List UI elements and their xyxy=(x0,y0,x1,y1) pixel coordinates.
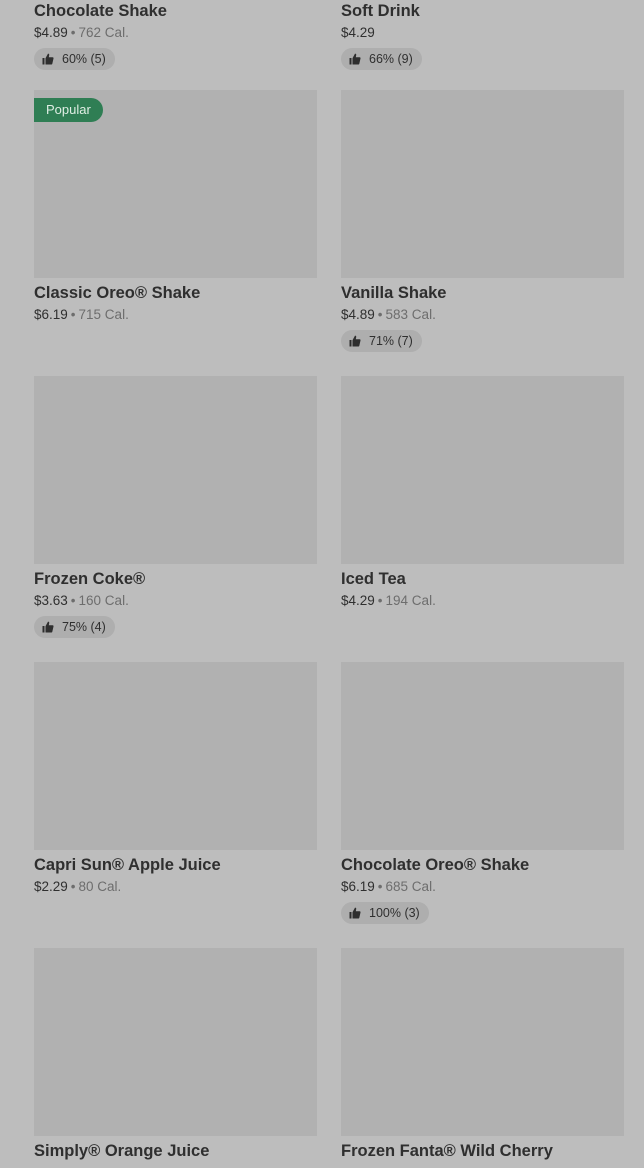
item-price: $2.29 xyxy=(34,879,68,894)
item-price: $4.89 xyxy=(34,25,68,40)
item-meta: $6.19 • 685 Cal. xyxy=(341,877,624,897)
item-rating-text: 100% (3) xyxy=(369,906,420,920)
item-name: Chocolate Oreo® Shake xyxy=(341,856,530,874)
item-image-placeholder xyxy=(341,662,624,850)
item-price: $6.19 xyxy=(34,307,68,322)
item-name: Simply® Orange Juice xyxy=(34,1142,210,1160)
item-rating: 66% (9) xyxy=(341,48,422,70)
menu-item-card[interactable]: Chocolate Shake $4.89 • 762 Cal. 60% (5) xyxy=(34,0,317,70)
meta-separator: • xyxy=(70,307,76,322)
item-calories: 762 Cal. xyxy=(78,25,129,40)
meta-separator: • xyxy=(377,307,383,322)
item-meta: $3.63 • 160 Cal. xyxy=(34,591,317,611)
thumbs-up-icon xyxy=(349,907,361,919)
item-image-placeholder xyxy=(341,376,624,564)
meta-separator: • xyxy=(70,879,76,894)
menu-item-card[interactable]: Frozen Fanta® Wild Cherry xyxy=(341,948,624,1162)
item-price: $4.29 xyxy=(341,593,375,608)
item-calories: 80 Cal. xyxy=(78,879,122,894)
item-meta: $4.29 • 194 Cal. xyxy=(341,591,624,611)
thumbs-up-icon xyxy=(349,53,361,65)
item-name: Chocolate Shake xyxy=(34,2,167,20)
meta-separator: • xyxy=(377,879,383,894)
item-meta: $4.89 • 762 Cal. xyxy=(34,23,317,43)
menu-item-card[interactable]: Capri Sun® Apple Juice $2.29 • 80 Cal. xyxy=(34,662,317,897)
item-meta: $4.29 xyxy=(341,23,624,43)
item-meta: $2.29 • 80 Cal. xyxy=(34,877,317,897)
item-name: Iced Tea xyxy=(341,570,406,588)
meta-separator: • xyxy=(70,593,76,608)
thumbs-up-icon xyxy=(42,621,54,633)
item-rating: 100% (3) xyxy=(341,902,429,924)
meta-separator: • xyxy=(70,25,76,40)
item-price: $6.19 xyxy=(341,879,375,894)
item-name: Vanilla Shake xyxy=(341,284,447,302)
item-image-placeholder xyxy=(34,948,317,1136)
item-image-placeholder: Popular xyxy=(34,90,317,278)
menu-item-card[interactable]: Popular Classic Oreo® Shake $6.19 • 715 Ca… xyxy=(34,90,317,325)
thumbs-up-icon xyxy=(349,335,361,347)
item-image-placeholder xyxy=(341,90,624,278)
menu-item-card[interactable]: Simply® Orange Juice xyxy=(34,948,317,1162)
item-rating: 60% (5) xyxy=(34,48,115,70)
item-price: $4.89 xyxy=(341,307,375,322)
item-rating: 71% (7) xyxy=(341,330,422,352)
item-name: Frozen Coke® xyxy=(34,570,146,588)
item-name: Classic Oreo® Shake xyxy=(34,284,201,302)
popular-badge: Popular xyxy=(34,98,103,122)
item-image-placeholder xyxy=(34,662,317,850)
menu-item-card[interactable]: Chocolate Oreo® Shake $6.19 • 685 Cal. 100… xyxy=(341,662,624,924)
item-name: Frozen Fanta® Wild Cherry xyxy=(341,1142,553,1160)
item-rating-text: 66% (9) xyxy=(369,52,413,66)
item-rating-text: 71% (7) xyxy=(369,334,413,348)
item-name: Soft Drink xyxy=(341,2,420,20)
item-calories: 194 Cal. xyxy=(385,593,436,608)
item-calories: 583 Cal. xyxy=(385,307,436,322)
item-image-placeholder xyxy=(341,948,624,1136)
menu-item-card[interactable]: Soft Drink $4.29 66% (9) xyxy=(341,0,624,70)
item-meta: $4.89 • 583 Cal. xyxy=(341,305,624,325)
thumbs-up-icon xyxy=(42,53,54,65)
item-name: Capri Sun® Apple Juice xyxy=(34,856,221,874)
item-rating: 75% (4) xyxy=(34,616,115,638)
item-price: $4.29 xyxy=(341,25,375,40)
menu-item-card[interactable]: Frozen Coke® $3.63 • 160 Cal. 75% (4) xyxy=(34,376,317,638)
item-image-placeholder xyxy=(34,376,317,564)
item-meta: $6.19 • 715 Cal. xyxy=(34,305,317,325)
menu-item-card[interactable]: Iced Tea $4.29 • 194 Cal. xyxy=(341,376,624,611)
meta-separator: • xyxy=(377,593,383,608)
item-calories: 715 Cal. xyxy=(78,307,129,322)
item-price: $3.63 xyxy=(34,593,68,608)
item-calories: 160 Cal. xyxy=(78,593,129,608)
item-rating-text: 75% (4) xyxy=(62,620,106,634)
item-rating-text: 60% (5) xyxy=(62,52,106,66)
item-calories: 685 Cal. xyxy=(385,879,436,894)
menu-item-card[interactable]: Vanilla Shake $4.89 • 583 Cal. 71% (7) xyxy=(341,90,624,352)
